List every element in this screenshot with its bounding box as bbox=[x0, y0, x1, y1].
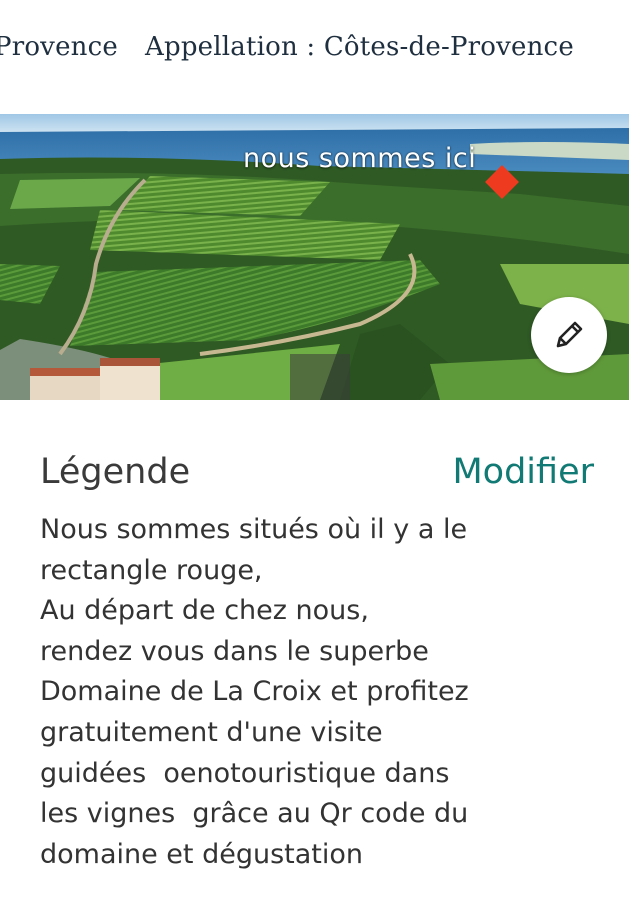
breadcrumb-region[interactable]: Provence bbox=[0, 32, 118, 62]
legend-title: Légende bbox=[40, 452, 191, 492]
legend-line: Au départ de chez nous, bbox=[40, 595, 369, 627]
breadcrumb-appellation[interactable]: Appellation : Côtes-de-Provence bbox=[145, 32, 574, 62]
legend-line: les vignes grâce au Qr code du bbox=[40, 798, 469, 830]
pencil-icon bbox=[556, 321, 583, 348]
legend-line: Domaine de La Croix et profitez bbox=[40, 676, 469, 708]
legend-line: rectangle rouge, bbox=[40, 554, 263, 586]
modify-button[interactable]: Modifier bbox=[452, 452, 594, 492]
legend-line: guidées oenotouristique dans bbox=[40, 757, 450, 789]
edit-photo-button[interactable] bbox=[531, 297, 607, 373]
legend-text: Nous sommes situés où il y a le rectangl… bbox=[40, 510, 600, 875]
legend-line: Nous sommes situés où il y a le bbox=[40, 514, 468, 545]
photo-caption: nous sommes ici bbox=[243, 143, 477, 174]
legend-line: domaine et dégustation bbox=[40, 838, 364, 870]
legend-line: rendez vous dans le superbe bbox=[40, 635, 429, 667]
breadcrumb: Provence Appellation : Côtes-de-Provence bbox=[0, 0, 629, 108]
legend-line: gratuitement d'une visite bbox=[40, 716, 383, 748]
